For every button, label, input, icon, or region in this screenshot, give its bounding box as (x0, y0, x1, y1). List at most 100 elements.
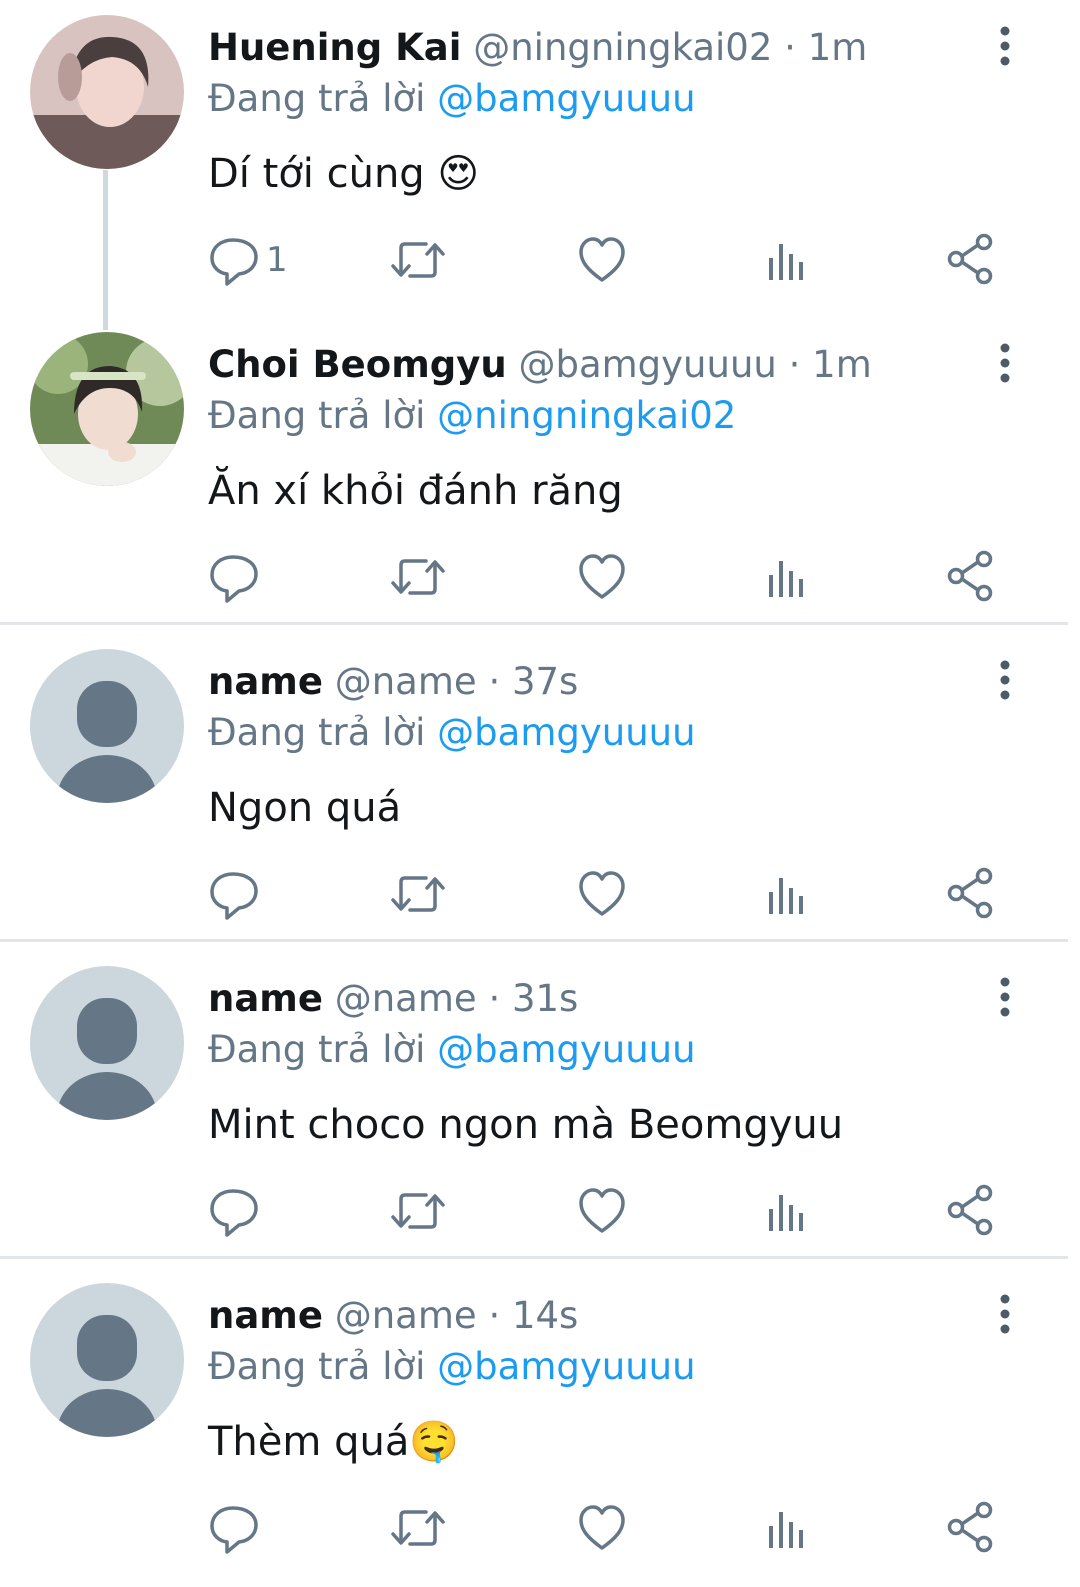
separator-dot: · (488, 977, 501, 1020)
more-vertical-icon (1000, 660, 1010, 700)
share-icon (947, 1501, 993, 1553)
analytics-button[interactable] (765, 864, 809, 924)
retweet-icon (391, 242, 445, 278)
default-avatar[interactable] (30, 966, 184, 1120)
retweet-button[interactable] (390, 547, 446, 607)
timestamp[interactable]: 14s (512, 1294, 578, 1337)
reply-icon (210, 1189, 258, 1237)
analytics-button[interactable] (765, 230, 809, 290)
replying-to-mention[interactable]: @bamgyuuuu (437, 711, 695, 754)
default-profile-icon (30, 649, 184, 803)
replying-to: Đang trả lời @bamgyuuuu (208, 1342, 696, 1392)
tweet-actions (0, 1478, 1080, 1578)
retweet-button[interactable] (390, 1181, 446, 1241)
share-icon (947, 867, 993, 919)
retweet-icon (391, 1510, 445, 1546)
replying-to-mention[interactable]: @bamgyuuuu (437, 1345, 695, 1388)
divider (0, 939, 1068, 942)
display-name[interactable]: name (208, 977, 323, 1020)
tweet-actions (0, 1161, 1080, 1261)
timestamp[interactable]: 1m (812, 343, 872, 386)
user-handle[interactable]: @ningningkai02 (473, 26, 772, 69)
replying-to-mention[interactable]: @bamgyuuuu (437, 1028, 695, 1071)
more-vertical-icon (1000, 26, 1010, 66)
more-options-button[interactable] (990, 343, 1020, 383)
display-name[interactable]: Choi Beomgyu (208, 343, 507, 386)
like-button[interactable] (578, 864, 626, 924)
heart-icon (579, 1505, 625, 1550)
timestamp[interactable]: 31s (512, 977, 578, 1020)
user-handle[interactable]: @name (335, 977, 477, 1020)
display-name[interactable]: name (208, 1294, 323, 1337)
analytics-button[interactable] (765, 1181, 809, 1241)
timestamp[interactable]: 37s (512, 660, 578, 703)
replying-to: Đang trả lời @bamgyuuuu (208, 74, 696, 124)
reply-button[interactable] (208, 547, 260, 607)
more-vertical-icon (1000, 977, 1010, 1017)
separator-dot: · (784, 26, 796, 69)
replying-to: Đang trả lời @bamgyuuuu (208, 708, 696, 758)
user-handle[interactable]: @bamgyuuuu (518, 343, 776, 386)
default-avatar[interactable] (30, 1283, 184, 1437)
share-button[interactable] (946, 864, 996, 924)
tweet-text: Ngon quá (208, 785, 402, 831)
replying-to-mention[interactable]: @bamgyuuuu (437, 77, 695, 120)
retweet-button[interactable] (390, 230, 446, 290)
tweet-header: name @name · 14s (208, 1290, 578, 1342)
more-options-button[interactable] (990, 977, 1020, 1017)
avatar[interactable] (30, 15, 184, 169)
analytics-button[interactable] (765, 547, 809, 607)
tweet-actions (0, 527, 1080, 627)
default-profile-icon (30, 966, 184, 1120)
default-avatar[interactable] (30, 649, 184, 803)
tweet-header: name @name · 31s (208, 973, 578, 1025)
share-button[interactable] (946, 547, 996, 607)
replying-to-label: Đang trả lời (208, 394, 426, 437)
tweet-actions: 1 (0, 210, 1080, 310)
more-options-button[interactable] (990, 1294, 1020, 1334)
more-options-button[interactable] (990, 660, 1020, 700)
share-icon (947, 550, 993, 602)
tweet[interactable]: name @name · 37s Đang trả lời @bamgyuuuu… (0, 634, 1080, 951)
tweet-text: Thèm quá🤤 (208, 1419, 460, 1465)
like-button[interactable] (578, 230, 626, 290)
timestamp[interactable]: 1m (808, 26, 868, 69)
replying-to-label: Đang trả lời (208, 1028, 426, 1071)
tweet[interactable]: name @name · 14s Đang trả lời @bamgyuuuu… (0, 1268, 1080, 1585)
reply-button[interactable]: 1 (208, 230, 288, 290)
analytics-icon (769, 878, 803, 914)
separator-dot: · (488, 660, 501, 703)
user-handle[interactable]: @name (335, 660, 477, 703)
reply-button[interactable] (208, 1181, 260, 1241)
reply-button[interactable] (208, 1498, 260, 1558)
user-handle[interactable]: @name (335, 1294, 477, 1337)
replying-to: Đang trả lời @ningningkai02 (208, 391, 736, 441)
like-button[interactable] (578, 1181, 626, 1241)
tweet[interactable]: Choi Beomgyu @bamgyuuuu · 1m Đang trả lờ… (0, 317, 1080, 634)
like-button[interactable] (578, 547, 626, 607)
tweet-text: Mint choco ngon mà Beomgyuu (208, 1102, 844, 1148)
replying-to-label: Đang trả lời (208, 711, 426, 754)
share-button[interactable] (946, 230, 996, 290)
tweet-actions (0, 844, 1080, 944)
tweet-header: name @name · 37s (208, 656, 578, 708)
display-name[interactable]: Huening Kai (208, 26, 461, 69)
display-name[interactable]: name (208, 660, 323, 703)
heart-icon (579, 237, 625, 282)
share-button[interactable] (946, 1498, 996, 1558)
replying-to-label: Đang trả lời (208, 77, 426, 120)
tweet[interactable]: Huening Kai @ningningkai02 · 1m Đang trả… (0, 0, 1080, 330)
retweet-button[interactable] (390, 864, 446, 924)
reply-button[interactable] (208, 864, 260, 924)
more-vertical-icon (1000, 1294, 1010, 1334)
reply-icon (210, 1506, 258, 1554)
analytics-button[interactable] (765, 1498, 809, 1558)
replying-to-mention[interactable]: @ningningkai02 (437, 394, 736, 437)
divider (0, 1256, 1068, 1259)
more-options-button[interactable] (990, 26, 1020, 66)
share-button[interactable] (946, 1181, 996, 1241)
retweet-button[interactable] (390, 1498, 446, 1558)
tweet[interactable]: name @name · 31s Đang trả lời @bamgyuuuu… (0, 951, 1080, 1268)
like-button[interactable] (578, 1498, 626, 1558)
avatar[interactable] (30, 332, 184, 486)
